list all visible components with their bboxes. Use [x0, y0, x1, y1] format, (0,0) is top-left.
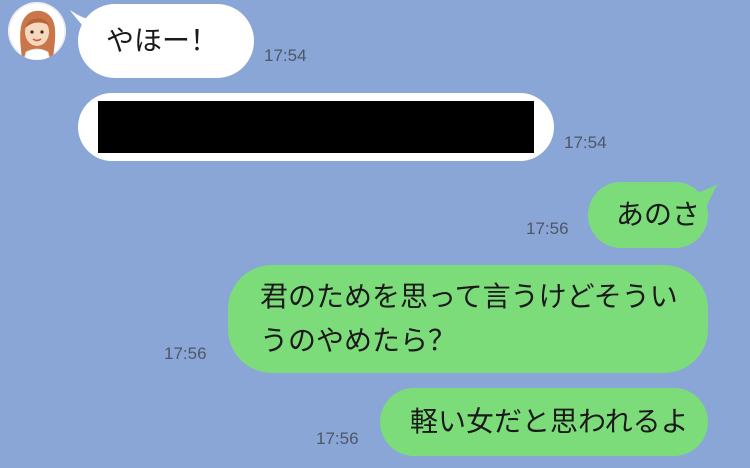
message-timestamp: 17:54	[264, 46, 307, 65]
chat-area: やほー！ 17:54 17:54 あのさ 17:56 君のためを思って言うけどそ…	[0, 0, 750, 468]
message-bubble-incoming[interactable]: やほー！	[78, 4, 254, 78]
redaction-bar	[98, 101, 534, 153]
message-timestamp: 17:54	[564, 133, 607, 152]
message-timestamp: 17:56	[164, 344, 207, 363]
message-timestamp: 17:56	[526, 219, 569, 238]
message-bubble-outgoing[interactable]: あのさ	[588, 182, 708, 248]
message-text: 軽い女だと思われるよ	[410, 405, 689, 438]
message-text: やほー！	[106, 24, 219, 57]
message-text: 君のためを思って言うけどそういうのやめたら？	[260, 280, 678, 357]
message-bubble-outgoing[interactable]: 君のためを思って言うけどそういうのやめたら？	[228, 265, 708, 373]
woman-avatar-icon	[8, 2, 66, 60]
message-bubble-incoming-redacted[interactable]	[78, 93, 554, 161]
message-text: あのさ	[616, 198, 701, 231]
message-timestamp: 17:56	[316, 429, 359, 448]
contact-avatar[interactable]	[8, 2, 66, 60]
message-bubble-outgoing[interactable]: 軽い女だと思われるよ	[380, 388, 708, 456]
